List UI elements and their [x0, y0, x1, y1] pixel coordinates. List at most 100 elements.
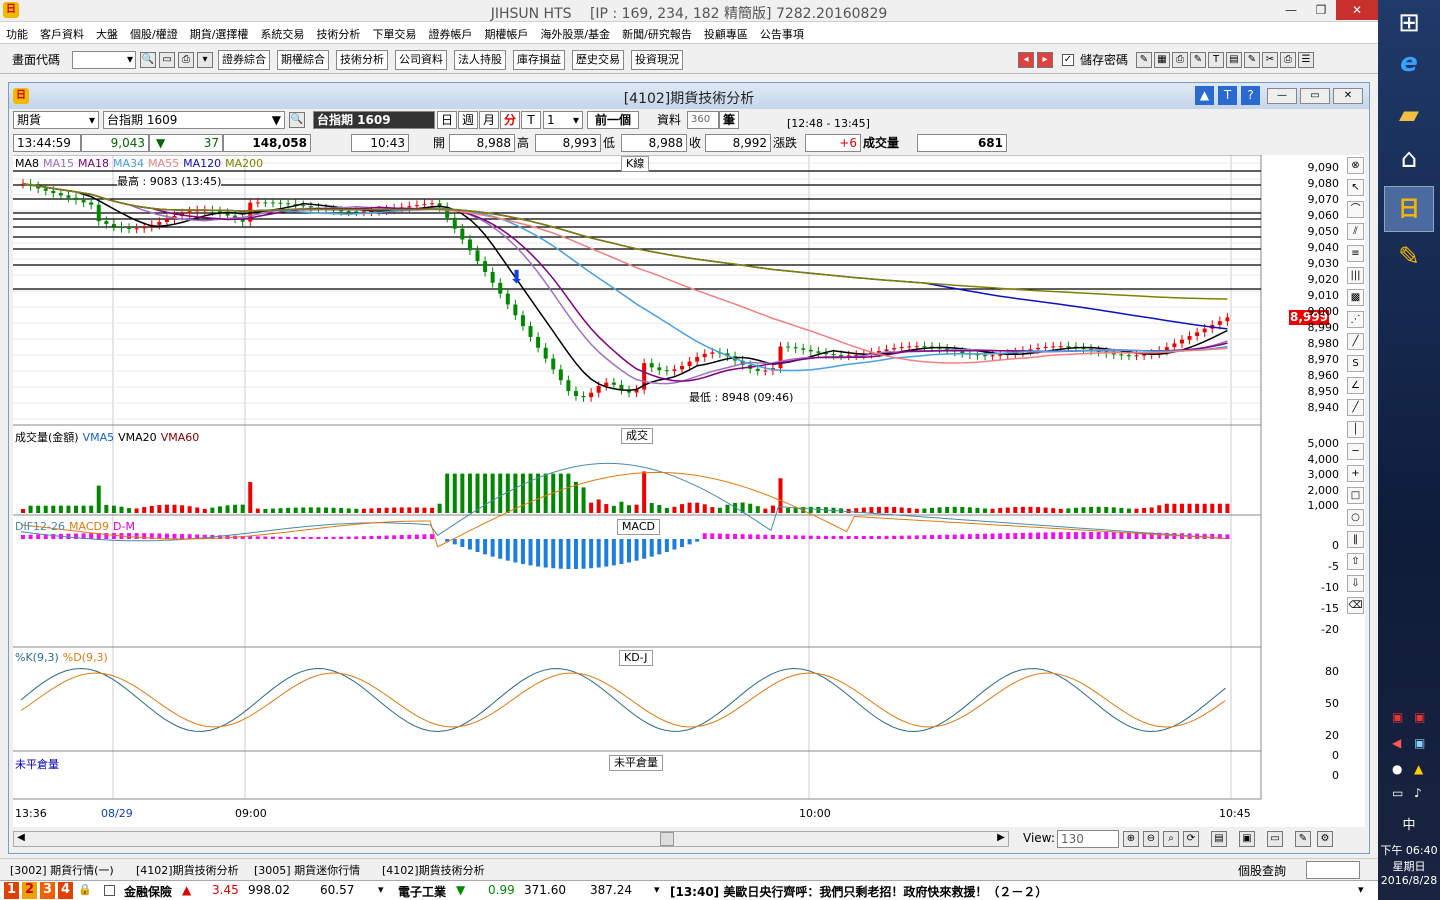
menu-item[interactable]: 技術分析 [310, 22, 366, 42]
tab[interactable]: [4102]期貨技術分析 [136, 862, 239, 878]
menu-item[interactable]: 新聞/研究報告 [616, 22, 698, 42]
period-tick[interactable]: T [521, 111, 541, 129]
menu-item[interactable]: 下單交易 [366, 22, 422, 42]
news-ticker[interactable]: [13:40] 美歐日央行齊呼：我們只剩老招！政府快來救援！（２－２） [670, 883, 1047, 900]
window-icon[interactable]: ▭ [159, 52, 175, 68]
tab[interactable]: [3002] 期貨行情(一) [10, 862, 114, 878]
text-icon[interactable]: T [1208, 52, 1224, 68]
page-3[interactable]: 3 [40, 882, 55, 899]
jihsun-app-icon[interactable]: 日 [1384, 186, 1434, 232]
menu-item[interactable]: 海外股票/基金 [534, 22, 616, 42]
bars-label[interactable]: 筆 [719, 111, 739, 129]
toolbar-button[interactable]: 歷史交易 [572, 50, 624, 70]
angle-icon[interactable]: ∠ [1347, 377, 1364, 394]
print-icon[interactable]: ⎙ [178, 52, 194, 68]
bars-icon[interactable]: ||| [1347, 267, 1364, 284]
menu-item[interactable]: 功能 [0, 22, 34, 42]
toolbar-button[interactable]: 技術分析 [336, 50, 388, 70]
scroll-right-icon[interactable]: ▶ [994, 832, 1008, 846]
pen-icon[interactable]: ✎ [1295, 831, 1311, 847]
period-value-select[interactable]: 1 ▾ [543, 111, 583, 129]
clock-time[interactable]: 下午 06:40 [1378, 842, 1440, 858]
up-icon[interactable]: ▲ [1195, 86, 1214, 105]
chart-icon[interactable]: ▦ [1154, 52, 1170, 68]
menu-item[interactable]: 期權帳戶 [478, 22, 534, 42]
toolbar-button[interactable]: 投資現況 [631, 50, 683, 70]
ellipse-icon[interactable]: ○ [1347, 509, 1364, 526]
period-month[interactable]: 月 [479, 111, 499, 129]
zoom-fit-icon[interactable]: ⌕ [1163, 831, 1179, 847]
settings-icon[interactable]: ⚙ [1317, 831, 1333, 847]
restore-icon[interactable]: ▭ [1300, 88, 1330, 104]
eraser-icon[interactable]: ⌫ [1347, 597, 1364, 614]
scroll-thumb[interactable] [660, 832, 674, 846]
page-2[interactable]: 2 [22, 882, 37, 899]
search-icon[interactable]: 🔍 [140, 52, 156, 68]
scroll-left-icon[interactable]: ◀ [14, 832, 28, 846]
chart-area[interactable]: ⬇ MA8 MA15 MA18 MA34 MA55 MA120 MA200 K線 最高 : … [13, 155, 1365, 827]
line-icon[interactable]: ╱ [1347, 399, 1364, 416]
period-day[interactable]: 日 [437, 111, 457, 129]
channel-icon[interactable]: ⫽ [1347, 223, 1364, 240]
home-icon[interactable]: ⌂ [1384, 136, 1434, 182]
pdf-icon[interactable]: ▣ [1392, 710, 1403, 724]
draw-icon[interactable]: ✎ [1136, 52, 1152, 68]
period-minute[interactable]: 分 [500, 111, 520, 129]
minimize-icon[interactable]: — [1276, 0, 1306, 20]
layout-icon[interactable]: ▤ [1211, 831, 1227, 847]
price-chart[interactable]: ⬇ [13, 155, 1365, 827]
search-icon[interactable]: 🔍 [289, 112, 305, 128]
up-arrow-icon[interactable]: ⇧ [1347, 553, 1364, 570]
prev-button[interactable]: 前一個 [587, 111, 639, 129]
toolbar-button[interactable]: 期權綜合 [277, 50, 329, 70]
menu-item[interactable]: 公告事項 [754, 22, 810, 42]
speed-line-icon[interactable]: S [1347, 355, 1364, 372]
crosshair-icon[interactable]: + [1347, 465, 1364, 482]
page-1[interactable]: 1 [4, 882, 19, 899]
chevron-down-icon[interactable]: ▾ [1358, 883, 1364, 896]
zoom-out-icon[interactable]: ⊖ [1143, 831, 1159, 847]
close-icon[interactable]: ✕ [1333, 88, 1363, 104]
stock-query-input[interactable] [1306, 861, 1360, 879]
toolbar-button[interactable]: 庫存損益 [513, 50, 565, 70]
menu-item[interactable]: 證券帳戶 [422, 22, 478, 42]
menu-item[interactable]: 投顧專區 [698, 22, 754, 42]
vertical-line-icon[interactable]: │ [1347, 421, 1364, 438]
restore-icon[interactable]: ❐ [1306, 0, 1336, 20]
close-circle-icon[interactable]: ⊗ [1347, 157, 1364, 174]
minimize-icon[interactable]: — [1267, 88, 1297, 104]
volume-icon[interactable]: ♪ [1414, 786, 1422, 800]
window-icon[interactable]: ▭ [1267, 831, 1283, 847]
refresh-icon[interactable]: ⟳ [1183, 831, 1199, 847]
horizontal-scrollbar[interactable]: ◀ ▶ [13, 831, 1009, 847]
speaker-icon[interactable]: ◀ [1392, 736, 1401, 750]
horizontal-line-icon[interactable]: ─ [1347, 443, 1364, 460]
toolbar-button[interactable]: 公司資料 [395, 50, 447, 70]
file-explorer-icon[interactable]: ▰ [1384, 92, 1434, 138]
pen-icon[interactable]: ✎ [1190, 52, 1206, 68]
print-icon[interactable]: ⎙ [1172, 52, 1188, 68]
ime-indicator[interactable]: 中 [1378, 814, 1440, 833]
diagonal-line-icon[interactable]: ╱ [1347, 333, 1364, 350]
menu-item[interactable]: 大盤 [90, 22, 124, 42]
tab[interactable]: [3005] 期貨迷你行情 [254, 862, 360, 878]
tray-icon[interactable]: ▲ [1414, 762, 1423, 776]
help-icon[interactable]: ? [1241, 86, 1260, 105]
ie-browser-icon[interactable]: e [1384, 40, 1434, 86]
rectangle-icon[interactable]: □ [1347, 487, 1364, 504]
window-icon[interactable]: ▣ [1239, 831, 1255, 847]
text-icon[interactable]: T [1218, 86, 1237, 105]
zoom-in-icon[interactable]: ⊕ [1123, 831, 1139, 847]
data-count-input[interactable]: 360 [687, 111, 719, 129]
product-name-select[interactable]: 台指期 1609 ▼ [103, 111, 285, 129]
cursor-icon[interactable]: ↖ [1347, 179, 1364, 196]
menu-item[interactable]: 系統交易 [254, 22, 310, 42]
list-icon[interactable]: ☰ [1298, 52, 1314, 68]
menu-item[interactable]: 客戶資料 [34, 22, 90, 42]
menu-item[interactable]: 個股/權證 [124, 22, 184, 42]
fan-icon[interactable]: ⋰ [1347, 311, 1364, 328]
toolbar-button[interactable]: 證券綜合 [218, 50, 270, 70]
tray-icon[interactable]: ▣ [1414, 710, 1425, 724]
back-arrow-icon[interactable]: ◂ [1018, 52, 1034, 68]
network-icon[interactable]: ▭ [1392, 786, 1403, 800]
